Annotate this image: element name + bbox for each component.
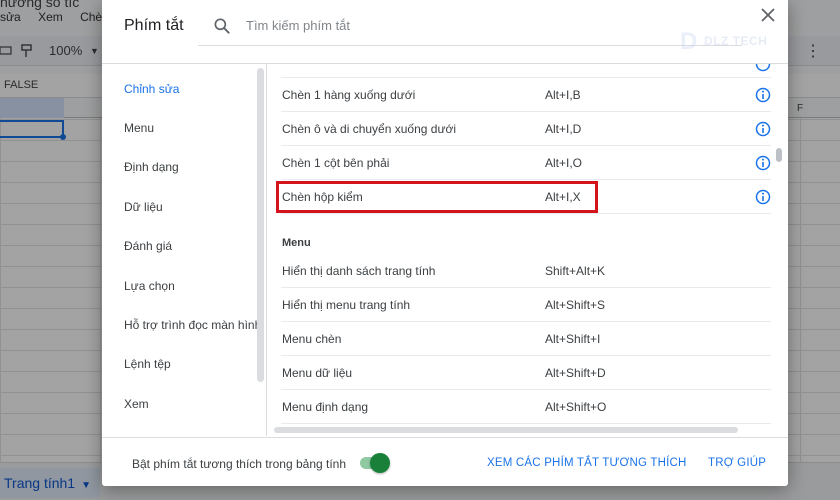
- shortcut-name: Hiển thị menu trang tính: [282, 298, 411, 312]
- table-row: Chèn 1 hàng xuống dưới Alt+I,B: [281, 78, 771, 112]
- sidebar-scrollbar[interactable]: [257, 68, 264, 382]
- info-icon[interactable]: [755, 121, 771, 137]
- compat-toggle-label: Bật phím tắt tương thích trong bảng tính: [132, 457, 347, 471]
- table-row-highlighted: Chèn hộp kiểm Alt+I,X: [281, 180, 771, 214]
- table-row: Menu định dạng Alt+Shift+O: [281, 390, 771, 424]
- content-scrollbar[interactable]: [776, 148, 782, 162]
- shortcut-name: Chèn ô và di chuyển xuống dưới: [282, 122, 457, 136]
- shortcut-keys: Alt+I,B: [545, 88, 581, 102]
- category-file-commands[interactable]: Lệnh tệp: [124, 357, 171, 371]
- shortcut-name: Chèn hộp kiểm: [282, 190, 363, 204]
- category-view[interactable]: Xem: [124, 397, 149, 411]
- horizontal-scrollbar[interactable]: [274, 427, 738, 433]
- info-icon[interactable]: [755, 64, 771, 72]
- search-icon: [214, 18, 230, 34]
- shortcut-name: Menu định dạng: [282, 400, 369, 414]
- category-data[interactable]: Dữ liệu: [124, 200, 163, 214]
- category-format[interactable]: Định dạng: [124, 160, 179, 174]
- table-row: Menu dữ liệu Alt+Shift+D: [281, 356, 771, 390]
- help-link[interactable]: TRỢ GIÚP: [708, 457, 766, 469]
- shortcut-keys: Alt+I,O: [545, 156, 583, 170]
- dialog-title: Phím tắt: [124, 17, 184, 34]
- table-row: Chèn ô và di chuyển xuống dưới Alt+I,D: [281, 112, 771, 146]
- table-row-partial: [281, 64, 771, 78]
- shortcut-keys: Alt+Shift+S: [545, 298, 606, 312]
- search-input[interactable]: [246, 15, 726, 35]
- shortcut-name: Hiển thị danh sách trang tính: [282, 264, 436, 278]
- category-review[interactable]: Đánh giá: [124, 239, 172, 253]
- shortcut-list: Chèn 1 hàng xuống dưới Alt+I,B Chèn ô và…: [269, 64, 788, 436]
- table-row: Menu chèn Alt+Shift+I: [281, 322, 771, 356]
- shortcut-keys: Alt+Shift+D: [545, 366, 606, 380]
- shortcut-keys: Shift+Alt+K: [545, 264, 606, 278]
- section-title-menu: Menu: [282, 237, 311, 249]
- shortcut-name: Menu dữ liệu: [282, 366, 353, 380]
- category-sidebar: Chỉnh sửa Menu Định dạng Dữ liệu Đánh gi…: [102, 64, 267, 436]
- search-box[interactable]: [198, 6, 742, 46]
- dialog-footer: Bật phím tắt tương thích trong bảng tính…: [102, 437, 788, 486]
- shortcut-keys: Alt+I,D: [545, 122, 582, 136]
- category-screen-reader[interactable]: Hỗ trợ trình đọc màn hình: [124, 318, 261, 332]
- category-menu[interactable]: Menu: [124, 121, 154, 135]
- shortcut-name: Chèn 1 hàng xuống dưới: [282, 88, 416, 102]
- shortcut-keys: Alt+Shift+I: [545, 332, 601, 346]
- shortcut-keys: Alt+I,X: [545, 190, 581, 204]
- view-compat-shortcuts-link[interactable]: XEM CÁC PHÍM TẮT TƯƠNG THÍCH: [487, 457, 687, 469]
- info-icon[interactable]: [755, 155, 771, 171]
- shortcut-name: Chèn 1 cột bên phải: [282, 156, 390, 170]
- table-row: Hiển thị danh sách trang tính Shift+Alt+…: [281, 254, 771, 288]
- close-icon[interactable]: [757, 4, 779, 26]
- compat-toggle[interactable]: [358, 453, 390, 473]
- shortcut-name: Menu chèn: [282, 332, 342, 346]
- info-icon[interactable]: [755, 87, 771, 103]
- category-selection[interactable]: Lựa chọn: [124, 279, 175, 293]
- category-edit[interactable]: Chỉnh sửa: [124, 82, 179, 96]
- shortcuts-dialog: Phím tắt D DLZ TECH Chỉnh sửa Menu Định …: [102, 0, 788, 486]
- shortcut-keys: Alt+Shift+O: [545, 400, 607, 414]
- table-row: Hiển thị menu trang tính Alt+Shift+S: [281, 288, 771, 322]
- info-icon[interactable]: [755, 189, 771, 205]
- table-row: Chèn 1 cột bên phải Alt+I,O: [281, 146, 771, 180]
- toggle-thumb: [370, 453, 390, 473]
